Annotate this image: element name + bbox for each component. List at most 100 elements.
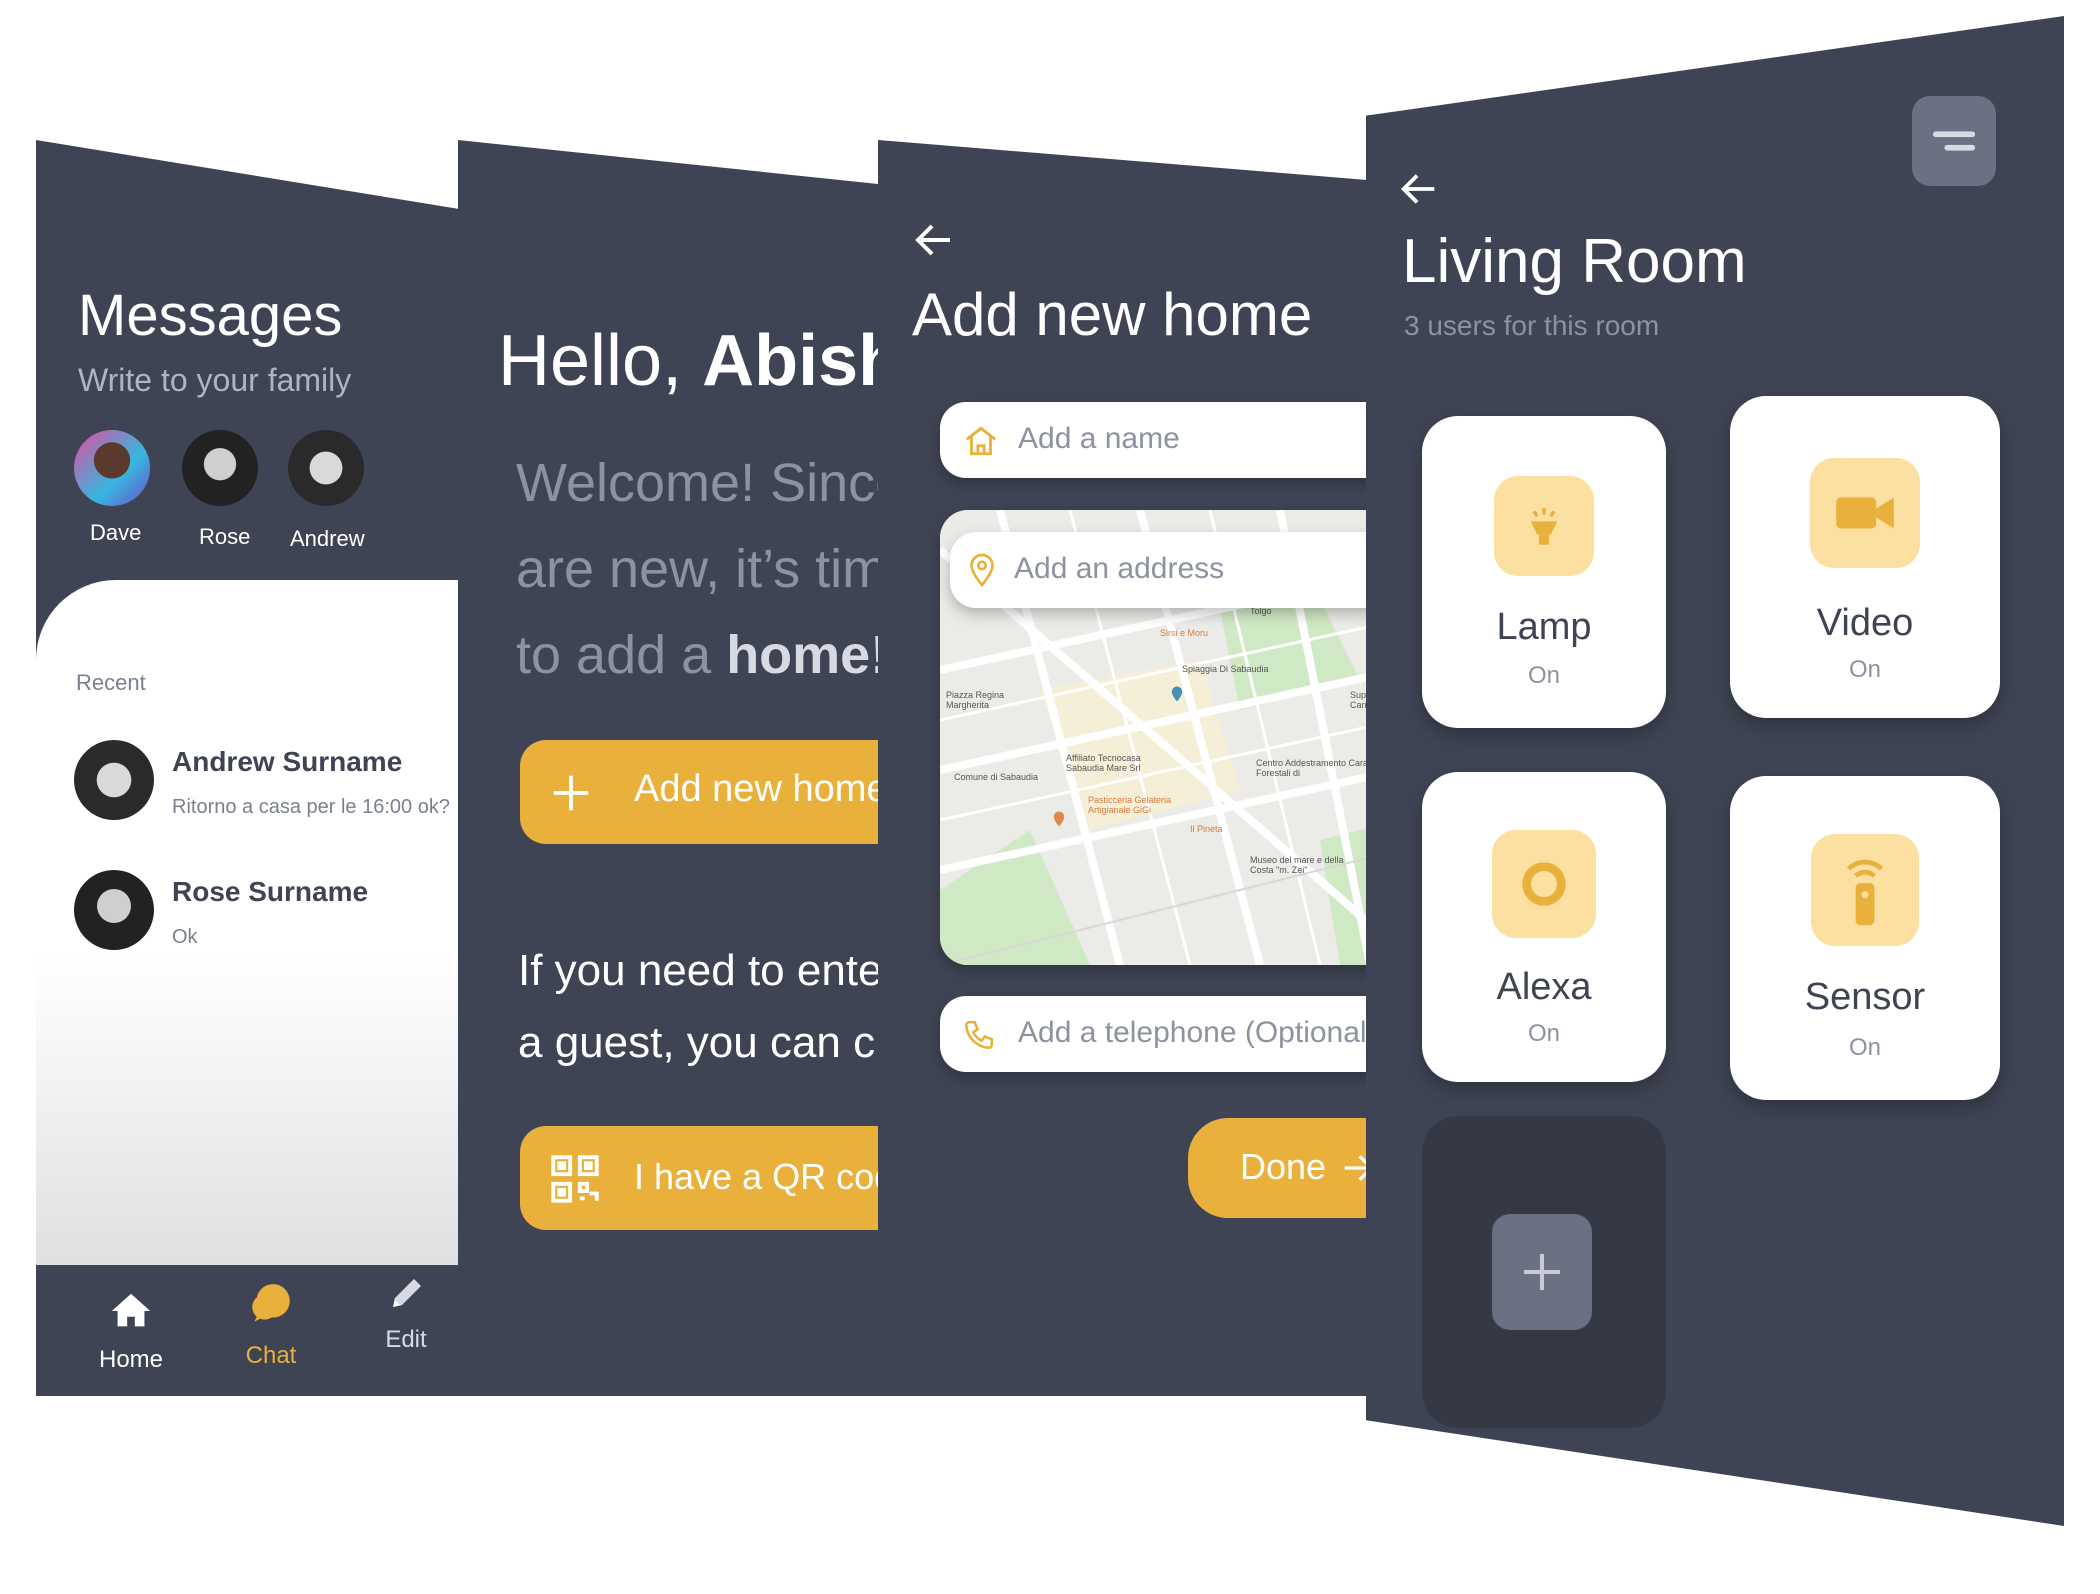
device-tile-alexa[interactable]: Alexa On bbox=[1422, 772, 1666, 1082]
avatar-andrew[interactable] bbox=[288, 430, 364, 506]
map-label: Centro Addestramento Carabinieri Foresta… bbox=[1256, 758, 1370, 778]
avatar-andrew bbox=[74, 740, 154, 820]
device-name: Lamp bbox=[1496, 606, 1592, 648]
add-device-button[interactable] bbox=[1492, 1214, 1592, 1330]
avatar-dave[interactable] bbox=[74, 430, 150, 506]
nav-chat[interactable]: Chat bbox=[216, 1280, 326, 1380]
done-label: Done bbox=[1240, 1146, 1327, 1187]
map-pin-icon bbox=[1168, 685, 1186, 703]
plus-icon bbox=[1518, 1248, 1566, 1296]
avatar-rose[interactable] bbox=[182, 430, 258, 506]
lamp-icon bbox=[1524, 504, 1564, 552]
add-home-title: Add new home bbox=[912, 281, 1313, 348]
contact-name-rose: Rose bbox=[199, 524, 251, 549]
map-label: Sirsi e Moru bbox=[1160, 628, 1209, 638]
welcome-line-3-bold: home! bbox=[726, 625, 878, 685]
map-label: Spiaggia Di Sabaudia bbox=[1182, 664, 1269, 674]
lamp-icon-bg bbox=[1494, 476, 1594, 576]
chat-icon bbox=[246, 1280, 296, 1330]
device-state: On bbox=[1527, 1020, 1560, 1047]
device-state: On bbox=[1527, 662, 1560, 689]
device-name: Alexa bbox=[1496, 966, 1592, 1008]
welcome-line-3-prefix: to add a bbox=[516, 625, 727, 685]
alexa-ring-icon bbox=[1518, 858, 1570, 910]
device-tile-sensor[interactable]: Sensor On bbox=[1730, 776, 2000, 1100]
address-field[interactable]: Add an address bbox=[950, 532, 1370, 608]
conversation-name: Rose Surname bbox=[172, 876, 369, 907]
address-placeholder: Add an address bbox=[1014, 552, 1225, 585]
map-label: Comune di Sabaudia bbox=[954, 772, 1039, 782]
map-label: Pasticceria Gelateria Artigianale GiGi bbox=[1088, 795, 1172, 815]
home-icon bbox=[108, 1288, 154, 1334]
room-title: Living Room bbox=[1402, 227, 1747, 296]
phone-icon bbox=[962, 1018, 996, 1052]
avatar-rose bbox=[74, 870, 154, 950]
nav-edit-label: Edit bbox=[385, 1326, 427, 1353]
map-label: Il Pineta bbox=[1190, 824, 1223, 834]
device-name: Sensor bbox=[1804, 976, 1926, 1018]
welcome-text: Welcome! Since are new, it’s tim to add … bbox=[516, 440, 878, 698]
welcome-line-1: Welcome! Since bbox=[516, 453, 878, 513]
arrow-right-icon bbox=[1338, 1148, 1370, 1188]
map-label: Museo del mare e della Costa "m. Zei" bbox=[1250, 855, 1344, 875]
map-label: Piazza Regina Margherita bbox=[946, 690, 1005, 710]
qr-code-button[interactable]: I have a QR code bbox=[520, 1126, 878, 1230]
device-name: Video bbox=[1816, 602, 1914, 644]
alexa-icon-bg bbox=[1492, 830, 1596, 938]
qr-code-icon bbox=[546, 1150, 604, 1208]
telephone-placeholder: Add a telephone (Optional) bbox=[1018, 1016, 1370, 1049]
conversation-item[interactable]: Rose Surname Ok bbox=[36, 870, 460, 970]
done-button[interactable]: Done bbox=[1188, 1118, 1370, 1218]
map-label: Affiliato Tecnocasa Sabaudia Mare Srl bbox=[1066, 753, 1141, 773]
map-pin-icon bbox=[1050, 810, 1068, 828]
sensor-icon-bg bbox=[1811, 834, 1919, 946]
pencil-icon bbox=[386, 1272, 428, 1314]
conversation-name: Andrew Surname bbox=[172, 746, 403, 777]
contact-name-dave: Dave bbox=[90, 520, 142, 545]
guest-line-2: a guest, you can ch bbox=[518, 1018, 878, 1067]
add-new-home-button[interactable]: Add new home bbox=[520, 740, 878, 844]
nav-home-label: Home bbox=[98, 1346, 164, 1373]
welcome-line-2: are new, it’s tim bbox=[516, 539, 878, 599]
add-device-tile[interactable] bbox=[1422, 1116, 1666, 1428]
welcome-screen: Hello, Abishe Welcome! Since are new, it… bbox=[458, 140, 878, 1396]
home-name-placeholder: Add a name bbox=[1018, 422, 1180, 455]
map-card[interactable]: Piazza Regina Margherita Comune di Sabau… bbox=[940, 510, 1370, 965]
messages-subtitle: Write to your family bbox=[78, 362, 352, 398]
greeting-name: Abishe bbox=[702, 321, 878, 401]
qr-code-label: I have a QR code bbox=[634, 1156, 878, 1197]
device-tile-video[interactable]: Video On bbox=[1730, 396, 2000, 718]
device-tile-lamp[interactable]: Lamp On bbox=[1422, 416, 1666, 728]
back-arrow-icon[interactable] bbox=[1396, 166, 1442, 212]
add-home-screen: Add new home Add a name Piazza Regina Ma… bbox=[878, 140, 1370, 1396]
location-pin-icon bbox=[964, 550, 1000, 590]
conversation-item[interactable]: Andrew Surname Ritorno a casa per le 16:… bbox=[36, 740, 460, 840]
recent-conversations: Recent Andrew Surname Ritorno a casa per… bbox=[36, 580, 460, 1265]
messages-screen: Messages Write to your family Dave Rose … bbox=[36, 140, 460, 1396]
back-arrow-icon[interactable] bbox=[910, 216, 958, 264]
sensor-icon bbox=[1841, 850, 1889, 930]
guest-text: If you need to ente a guest, you can ch bbox=[518, 935, 878, 1079]
device-state: On bbox=[1848, 656, 1881, 683]
bottom-nav: Home Chat Edit bbox=[36, 1266, 460, 1396]
video-icon-bg bbox=[1810, 458, 1920, 568]
telephone-field[interactable]: Add a telephone (Optional) bbox=[940, 996, 1370, 1072]
greeting: Hello, Abishe bbox=[498, 320, 878, 402]
conversation-preview: Ok bbox=[172, 926, 198, 948]
menu-button[interactable] bbox=[1912, 96, 1996, 186]
messages-title: Messages bbox=[78, 283, 343, 348]
greeting-prefix: Hello, bbox=[498, 321, 703, 401]
guest-line-1: If you need to ente bbox=[518, 946, 878, 995]
plus-icon bbox=[548, 770, 594, 816]
nav-chat-label: Chat bbox=[245, 1342, 297, 1369]
nav-home[interactable]: Home bbox=[76, 1288, 186, 1378]
nav-edit[interactable]: Edit bbox=[356, 1272, 456, 1372]
video-camera-icon bbox=[1834, 490, 1896, 536]
room-subtitle: 3 users for this room bbox=[1404, 310, 1660, 341]
menu-icon bbox=[1926, 118, 1982, 164]
contact-name-andrew: Andrew bbox=[290, 526, 365, 551]
living-room-screen: Living Room 3 users for this room Lamp O… bbox=[1366, 16, 2064, 1526]
recent-label: Recent bbox=[76, 670, 146, 695]
house-outline-icon bbox=[962, 422, 1000, 460]
home-name-field[interactable]: Add a name bbox=[940, 402, 1370, 478]
